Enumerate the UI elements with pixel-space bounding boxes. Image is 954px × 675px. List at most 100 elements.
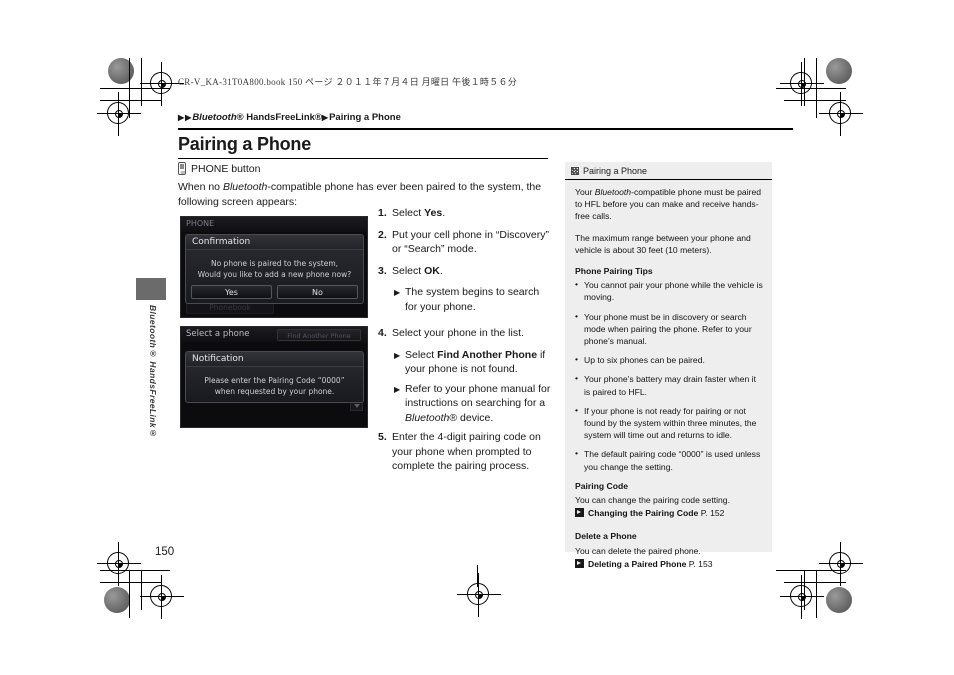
page-title: Pairing a Phone <box>178 134 312 154</box>
breadcrumb-marker-1: ▶ <box>178 113 185 122</box>
crop-line-bot-left-c <box>129 570 130 618</box>
step-3-bold: OK <box>424 264 440 277</box>
crop-line-top-left-d <box>141 58 142 106</box>
step-3-pre: Select <box>392 264 425 277</box>
registration-mark-top-right <box>780 62 824 106</box>
step-4-sub-2-pre: Refer to your phone manual for instructi… <box>405 382 551 410</box>
crop-line-bottom-center <box>477 565 478 587</box>
breadcrumb: ▶ ▶ Bluetooth ® HandsFreeLink® ▶ Pairing… <box>178 112 401 123</box>
phone-pairing-tips-list: You cannot pair your phone while the veh… <box>575 278 764 473</box>
step-4-sub-1-text: Select Find Another Phone if your phone … <box>405 348 553 377</box>
crop-line-bot-right-a <box>776 570 846 571</box>
lcd2-find-another-phone-tab[interactable]: Find Another Phone <box>277 329 361 341</box>
tip-item: Your phone must be in discovery or searc… <box>575 310 764 348</box>
lcd1-dialog-body: No phone is paired to the system, Would … <box>186 250 363 280</box>
tip-item: You cannot pair your phone while the veh… <box>575 278 764 303</box>
panel-paragraph-1: Your Bluetooth-compatible phone must be … <box>575 186 764 223</box>
step-1: 1. Select Yes. <box>378 206 553 221</box>
tip-item: Up to six phones can be paired. <box>575 353 764 366</box>
registration-mark-top-left-2 <box>97 92 141 136</box>
step-1-bold: Yes <box>424 207 443 219</box>
lcd2-dialog-title: Notification <box>186 352 363 367</box>
crop-line-top-left-a <box>100 88 170 89</box>
breadcrumb-item-pairing-a-phone: Pairing a Phone <box>329 112 401 123</box>
note-icon <box>571 167 579 175</box>
print-color-blob-top-left <box>108 58 134 84</box>
breadcrumb-item-bluetooth-italic: Bluetooth <box>192 112 237 123</box>
crop-line-bot-left-d <box>141 570 142 610</box>
panel-p1-italic: Bluetooth <box>594 187 632 197</box>
step-2-number: 2. <box>378 228 387 241</box>
step-1-text: Select Yes. <box>392 206 553 221</box>
step-3-number: 3. <box>378 264 387 277</box>
crop-line-bot-left-a <box>100 570 170 571</box>
lcd1-topbar-label: PHONE <box>181 217 367 232</box>
lcd2-body-line1: Please enter the Pairing Code “0000” <box>204 376 345 385</box>
pairing-code-crossref-page: P. 152 <box>700 508 725 519</box>
step-4-number: 4. <box>378 327 387 339</box>
side-info-panel: Pairing a Phone Your Bluetooth-compatibl… <box>565 162 772 569</box>
step-4-sub-2: ▶ Refer to your phone manual for instruc… <box>394 382 553 426</box>
crop-line-top-right-a <box>776 88 846 89</box>
step-3-post: . <box>439 264 443 277</box>
step-4: 4. Select your phone in the list. <box>378 326 553 341</box>
step-4-sub-2-post: ® device. <box>449 411 494 424</box>
crop-line-top-left-b <box>100 100 162 101</box>
breadcrumb-marker-3: ▶ <box>321 113 329 122</box>
jump-to-page-icon <box>575 508 584 518</box>
step-3: 3. Select OK. <box>378 264 553 279</box>
lcd-notification-screenshot: Select a phone Find Another Phone Notifi… <box>180 326 368 428</box>
lcd1-body-line1: No phone is paired to the system, <box>210 259 339 268</box>
step-4-sub-2-text: Refer to your phone manual for instructi… <box>405 382 553 426</box>
step-5-number: 5. <box>378 431 387 443</box>
lcd1-no-button[interactable]: No <box>277 285 358 299</box>
phone-button-line: PHONE button <box>178 162 260 175</box>
crop-line-top-right-b <box>784 100 846 101</box>
intro-part1: When no <box>178 181 223 193</box>
step-1-pre: Select <box>392 207 425 219</box>
step-5-text: Enter the 4-digit pairing code on your p… <box>392 431 541 472</box>
delete-phone-crossref-label: Deleting a Paired Phone <box>588 558 687 569</box>
sub-marker-icon: ▶ <box>394 384 401 394</box>
book-file-header: CR-V_KA-31T0A800.book 150 ページ ２０１１年７月４日 … <box>178 77 518 87</box>
header-divider <box>178 128 793 130</box>
title-divider <box>178 158 548 159</box>
lcd1-body-line2: Would you like to add a new phone now? <box>197 270 352 279</box>
pairing-code-crossref[interactable]: Changing the Pairing Code P. 152 <box>575 507 764 519</box>
panel-header: Pairing a Phone <box>565 162 772 179</box>
crop-line-bot-right-b <box>784 582 846 583</box>
print-color-blob-top-right <box>826 58 852 84</box>
lcd2-dialog: Notification Please enter the Pairing Co… <box>185 351 364 403</box>
section-thumb-tab-label: Bluetooth® HandsFreeLink® <box>148 305 158 439</box>
pairing-code-text: You can change the pairing code setting. <box>575 495 730 506</box>
step-1-post: . <box>442 207 446 219</box>
crop-line-bot-right-c <box>816 570 817 618</box>
sub-marker-icon: ▶ <box>394 350 401 360</box>
registration-mark-top-right-2 <box>819 92 863 136</box>
phone-button-label: PHONE button <box>191 162 261 175</box>
step-2-text: Put your cell phone in “Discovery” or “S… <box>392 228 549 256</box>
breadcrumb-marker-2: ▶ <box>185 113 192 122</box>
page-number: 150 <box>155 546 175 558</box>
print-color-blob-bottom-right <box>826 587 852 613</box>
delete-phone-crossref-page: P. 153 <box>688 558 713 569</box>
delete-phone-crossref[interactable]: Deleting a Paired Phone P. 153 <box>575 558 764 570</box>
panel-paragraph-2: The maximum range between your phone and… <box>575 232 751 255</box>
panel-section-gap <box>575 519 764 528</box>
procedure-steps: 1. Select Yes. 2. Put your cell phone in… <box>378 206 553 481</box>
step-2: 2. Put your cell phone in “Discovery” or… <box>378 228 553 257</box>
crop-line-top-right-c <box>816 58 817 118</box>
lcd1-button-row: Yes No <box>191 285 358 299</box>
registration-mark-top-left <box>140 62 184 106</box>
breadcrumb-item-handsfreelink: ® HandsFreeLink® <box>236 112 322 123</box>
section-thumb-tab <box>136 278 166 300</box>
step-4-sub-2-italic: Bluetooth <box>405 411 450 424</box>
lcd1-yes-button[interactable]: Yes <box>191 285 272 299</box>
panel-body: Your Bluetooth-compatible phone must be … <box>565 180 772 570</box>
step-3-sub-1: ▶ The system begins to search for your p… <box>394 285 553 314</box>
delete-a-phone-text: You can delete the paired phone. <box>575 545 701 556</box>
step-1-number: 1. <box>378 207 387 219</box>
registration-mark-bottom-right-2 <box>780 575 824 619</box>
step-4-text: Select your phone in the list. <box>392 327 524 339</box>
delete-a-phone-heading: Delete a Phone <box>575 531 637 542</box>
